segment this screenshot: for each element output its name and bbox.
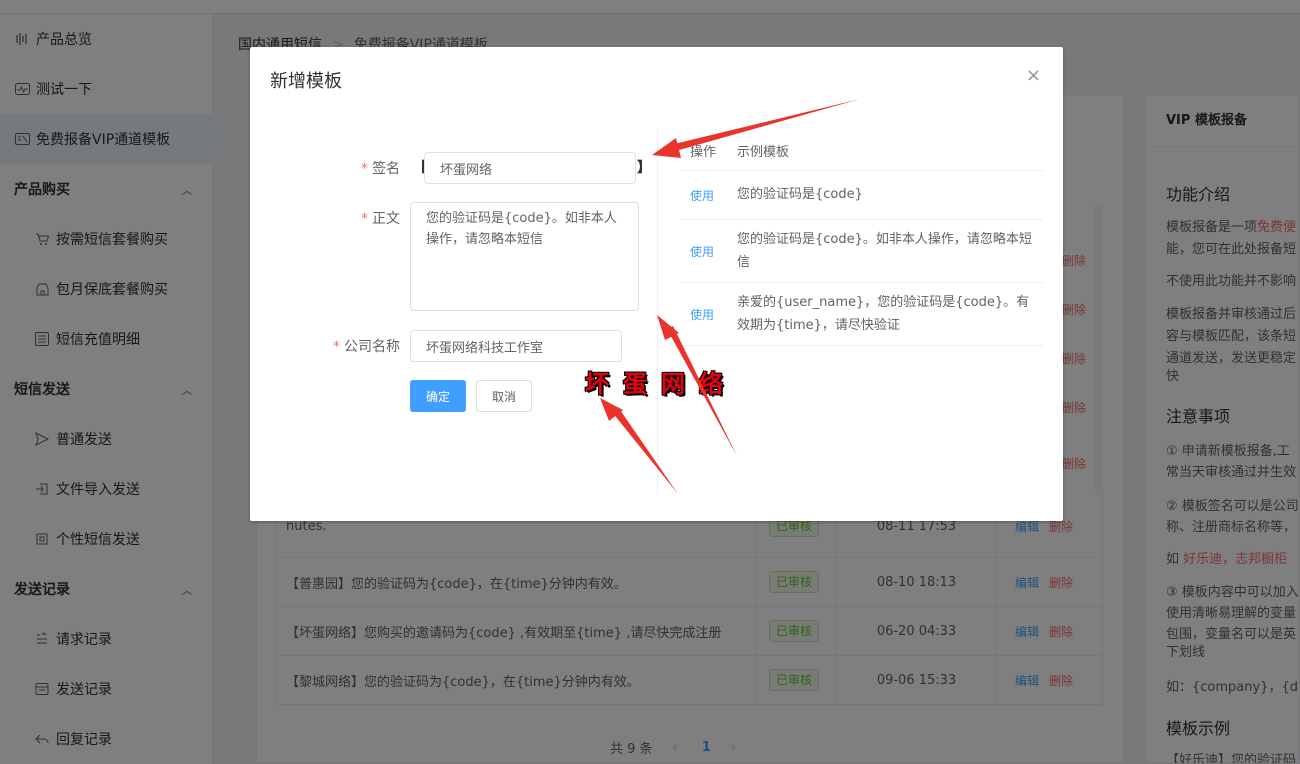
company-input[interactable]: 坏蛋网络科技工作室	[410, 330, 622, 362]
dialog-divider	[657, 129, 658, 494]
sign-label: * 签名	[361, 161, 400, 177]
examples-header: 操作 示例模板	[680, 129, 1043, 171]
example-row: 使用 亲爱的{user_name}，您的验证码是{code}。有效期为{time…	[680, 283, 1043, 346]
examples-head-op: 操作	[690, 145, 717, 160]
close-icon[interactable]: ×	[1026, 65, 1041, 86]
confirm-button[interactable]: 确定	[410, 380, 466, 412]
company-label: * 公司名称	[333, 339, 400, 355]
add-template-dialog: 新增模板 × * 签名 【 坏蛋网络 】 * 正文 您的验证码是{code}。如非本…	[250, 47, 1063, 521]
use-example-link[interactable]: 使用	[690, 306, 714, 323]
example-template-text: 亲爱的{user_name}，您的验证码是{code}。有效期为{time}，请…	[737, 295, 1030, 333]
dialog-title: 新增模板	[270, 71, 342, 92]
example-template-text: 您的验证码是{code}。如非本人操作，请忽略本短信	[737, 232, 1032, 270]
example-row: 使用 您的验证码是{code}	[680, 171, 1043, 220]
example-row: 使用 您的验证码是{code}。如非本人操作，请忽略本短信	[680, 220, 1043, 283]
use-example-link[interactable]: 使用	[690, 187, 714, 204]
body-textarea[interactable]: 您的验证码是{code}。如非本人操作，请忽略本短信	[410, 202, 639, 311]
body-label: * 正文	[361, 211, 400, 227]
sign-bracket-close: 】	[637, 160, 651, 176]
cancel-button[interactable]: 取消	[476, 380, 532, 412]
watermark-text: 坏蛋网络	[585, 369, 737, 398]
example-template-text: 您的验证码是{code}	[737, 187, 863, 202]
examples-head-template: 示例模板	[737, 145, 790, 160]
use-example-link[interactable]: 使用	[690, 243, 714, 260]
sign-input[interactable]: 坏蛋网络	[424, 152, 636, 184]
